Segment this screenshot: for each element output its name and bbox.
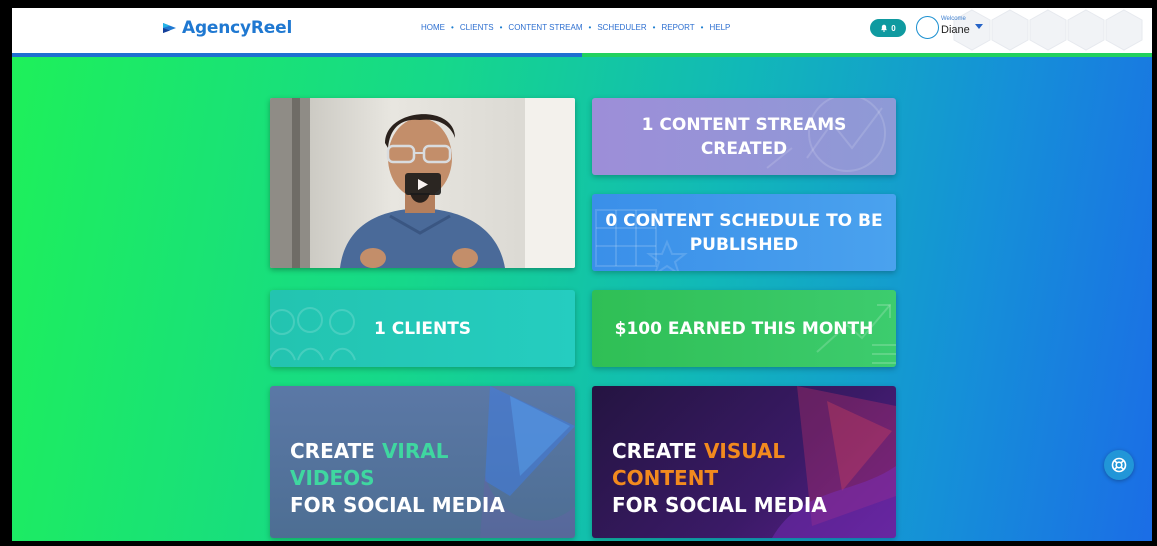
lifebuoy-icon xyxy=(1111,457,1127,473)
user-avatar[interactable] xyxy=(916,16,939,39)
earnings-card[interactable]: $100 EARNED THIS MONTH xyxy=(592,290,896,367)
viral-accent-2: VIDEOS xyxy=(290,466,375,490)
visual-suffix: FOR SOCIAL MEDIA xyxy=(612,493,827,517)
nav-separator: • xyxy=(700,23,704,32)
nav-separator: • xyxy=(499,23,503,32)
hexagon-pattern xyxy=(953,9,1143,51)
play-button[interactable] xyxy=(405,173,441,195)
create-visual-content-card[interactable]: CREATE VISUAL CONTENT FOR SOCIAL MEDIA xyxy=(592,386,896,538)
content-streams-label: 1 CONTENT STREAMS CREATED xyxy=(641,114,847,159)
viral-accent: VIRAL xyxy=(381,439,449,463)
app-name: AgencyReel xyxy=(182,18,293,38)
dashboard-main: 1 CONTENT STREAMS CREATED 0 CONTENT SCHE… xyxy=(12,57,1152,541)
nav-separator: • xyxy=(588,23,592,32)
bell-icon xyxy=(881,24,888,32)
app-window: AgencyReel HOME • CLIENTS • CONTENT STRE… xyxy=(12,8,1152,541)
chevron-down-icon[interactable] xyxy=(975,24,983,29)
welcome-label: Welcome xyxy=(941,16,966,22)
agencyreel-logo-icon xyxy=(163,23,176,33)
visual-cta-text: CREATE VISUAL CONTENT FOR SOCIAL MEDIA xyxy=(612,438,827,519)
main-nav: HOME • CLIENTS • CONTENT STREAM • SCHEDU… xyxy=(421,23,730,32)
content-streams-card[interactable]: 1 CONTENT STREAMS CREATED xyxy=(592,98,896,175)
nav-help[interactable]: HELP xyxy=(709,23,730,32)
nav-report[interactable]: REPORT xyxy=(661,23,694,32)
intro-video[interactable] xyxy=(270,98,575,268)
help-button[interactable] xyxy=(1104,450,1134,480)
notification-count: 0 xyxy=(891,23,896,33)
nav-content-stream[interactable]: CONTENT STREAM xyxy=(508,23,582,32)
nav-home[interactable]: HOME xyxy=(421,23,445,32)
viral-prefix: CREATE xyxy=(290,439,382,463)
earnings-label: $100 EARNED THIS MONTH xyxy=(614,318,874,339)
viral-suffix: FOR SOCIAL MEDIA xyxy=(290,493,505,517)
create-viral-videos-card[interactable]: CREATE VIRAL VIDEOS FOR SOCIAL MEDIA xyxy=(270,386,575,538)
notification-button[interactable]: 0 xyxy=(870,19,906,37)
app-logo[interactable]: AgencyReel xyxy=(162,18,292,38)
content-schedule-label: 0 CONTENT SCHEDULE TO BE PUBLISHED xyxy=(605,210,883,255)
content-schedule-card[interactable]: 0 CONTENT SCHEDULE TO BE PUBLISHED xyxy=(592,194,896,271)
visual-accent-2: CONTENT xyxy=(612,466,719,490)
clients-card[interactable]: 1 CLIENTS xyxy=(270,290,575,367)
top-header: AgencyReel HOME • CLIENTS • CONTENT STRE… xyxy=(12,8,1152,54)
nav-separator: • xyxy=(652,23,656,32)
play-icon xyxy=(418,178,428,190)
nav-clients[interactable]: CLIENTS xyxy=(460,23,494,32)
visual-prefix: CREATE xyxy=(612,439,704,463)
clients-label: 1 CLIENTS xyxy=(373,318,472,339)
visual-accent: VISUAL xyxy=(703,439,786,463)
nav-scheduler[interactable]: SCHEDULER xyxy=(597,23,646,32)
nav-separator: • xyxy=(451,23,454,32)
viral-cta-text: CREATE VIRAL VIDEOS FOR SOCIAL MEDIA xyxy=(290,438,505,519)
user-name[interactable]: Diane xyxy=(941,24,970,36)
